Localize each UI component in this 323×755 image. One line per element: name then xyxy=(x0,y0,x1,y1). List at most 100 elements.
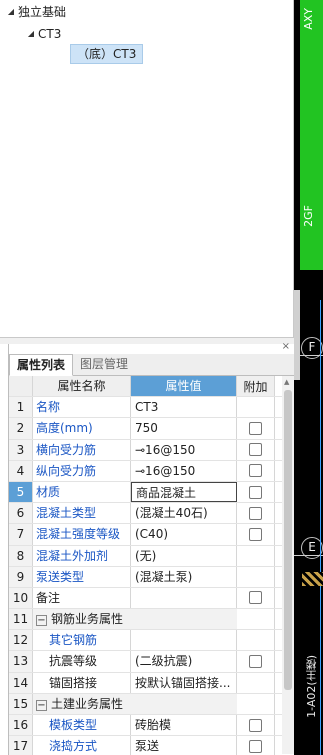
tree-node-ct3[interactable]: ◢ CT3 xyxy=(24,24,61,44)
tree-node-label: （底）CT3 xyxy=(70,44,144,64)
group-row[interactable]: 15− 土建业务属性 xyxy=(9,693,295,715)
add-cell xyxy=(237,609,275,630)
property-name-text: 名称 xyxy=(36,400,61,415)
header-name: 属性名称 xyxy=(33,376,131,397)
add-checkbox[interactable] xyxy=(249,443,262,457)
property-row[interactable]: 6 混凝土类型 (混凝土40石) xyxy=(9,503,295,525)
property-value[interactable]: 商品混凝土 xyxy=(131,481,237,503)
property-name: 泵送类型 xyxy=(33,566,131,587)
add-checkbox[interactable] xyxy=(249,591,262,605)
collapse-icon[interactable]: − xyxy=(36,699,47,711)
property-value[interactable]: ⊸16@150 xyxy=(131,460,237,481)
app-window: ◢ 独立基础 ◢ CT3 （底）CT3 × 属性列表 图层管理 属性名称 属性值… xyxy=(0,0,323,755)
property-name-text: 钢筋业务属性 xyxy=(51,612,124,627)
property-row[interactable]: 14 锚固搭接 按默认锚固搭接... xyxy=(9,672,295,694)
property-value[interactable]: 750 xyxy=(131,418,237,439)
property-name-text: 土建业务属性 xyxy=(51,696,124,711)
close-icon[interactable]: × xyxy=(282,341,290,352)
property-name-text: 浇捣方式 xyxy=(49,739,98,754)
property-name-text: 锚固搭接 xyxy=(49,675,98,690)
property-name-text: 模板类型 xyxy=(49,718,98,732)
tree-node-bottom-ct3[interactable]: （底）CT3 xyxy=(70,44,144,64)
tree-node-label: CT3 xyxy=(38,27,62,41)
collapse-icon[interactable]: − xyxy=(36,615,47,627)
property-value[interactable]: (C40) xyxy=(131,524,237,545)
property-value[interactable]: (二级抗震) xyxy=(131,651,237,672)
header-add: 附加 xyxy=(237,376,275,397)
row-index: 7 xyxy=(9,524,33,545)
property-row[interactable]: 10 备注 xyxy=(9,587,295,610)
property-value[interactable]: ⊸16@150 xyxy=(131,439,237,460)
expand-triangle-icon[interactable]: ◢ xyxy=(4,2,18,22)
add-cell xyxy=(237,481,275,503)
property-value[interactable] xyxy=(131,587,237,609)
row-index: 17 xyxy=(9,736,33,755)
property-row[interactable]: 12 其它钢筋 xyxy=(9,630,295,652)
property-row[interactable]: 7 混凝土强度等级 (C40) xyxy=(9,524,295,546)
property-name-text: 其它钢筋 xyxy=(49,633,98,648)
row-index: 1 xyxy=(9,397,33,418)
property-name: 抗震等级 xyxy=(33,651,131,672)
property-value[interactable]: (无) xyxy=(131,545,237,566)
property-row[interactable]: 17 浇捣方式 泵送 xyxy=(9,736,295,755)
vertical-scrollbar[interactable]: ▲ xyxy=(282,376,294,754)
property-value[interactable]: (混凝土泵) xyxy=(131,566,237,587)
grid-line xyxy=(294,555,323,556)
add-cell xyxy=(237,693,275,714)
tree-node-label: 独立基础 xyxy=(18,5,67,19)
property-name-text: 备注 xyxy=(36,590,61,605)
property-row[interactable]: 5 材质 商品混凝土 xyxy=(9,481,295,504)
property-value[interactable]: 砖胎模 xyxy=(131,715,237,736)
property-name-text: 材质 xyxy=(36,484,61,499)
drawing-green-element xyxy=(300,0,323,270)
add-checkbox[interactable] xyxy=(249,506,262,520)
property-name: 高度(mm) xyxy=(33,418,131,439)
property-name: − 土建业务属性 xyxy=(33,693,237,714)
add-checkbox[interactable] xyxy=(249,739,262,753)
add-checkbox[interactable] xyxy=(249,655,262,669)
add-checkbox[interactable] xyxy=(249,718,262,732)
add-cell xyxy=(237,418,275,439)
property-row[interactable]: 4 纵向受力筋 ⊸16@150 xyxy=(9,460,295,482)
property-value[interactable]: (混凝土40石) xyxy=(131,503,237,524)
tree-node-root[interactable]: ◢ 独立基础 xyxy=(4,2,66,22)
row-index: 12 xyxy=(9,630,33,651)
tab-layer-management[interactable]: 图层管理 xyxy=(73,354,135,375)
row-index: 13 xyxy=(9,651,33,672)
add-checkbox[interactable] xyxy=(249,421,262,435)
tab-property-list[interactable]: 属性列表 xyxy=(9,354,74,376)
add-cell xyxy=(237,587,275,609)
property-value[interactable]: CT3 xyxy=(131,397,237,418)
property-row[interactable]: 2 高度(mm) 750 xyxy=(9,418,295,440)
property-value[interactable]: 泵送 xyxy=(131,736,237,755)
property-name: 浇捣方式 xyxy=(33,736,131,755)
splitter-handle[interactable] xyxy=(294,290,300,380)
property-name-text: 混凝土外加剂 xyxy=(36,548,109,563)
add-checkbox[interactable] xyxy=(249,527,262,541)
property-panel: × 属性列表 图层管理 属性名称 属性值 附加 1 名称 CT3 2 高度(mm) 750… xyxy=(8,341,295,755)
row-index: 4 xyxy=(9,460,33,481)
property-value[interactable]: 按默认锚固搭接... xyxy=(131,672,237,693)
property-row[interactable]: 13 抗震等级 (二级抗震) xyxy=(9,651,295,673)
property-row[interactable]: 9 泵送类型 (混凝土泵) xyxy=(9,566,295,588)
row-index: 2 xyxy=(9,418,33,439)
property-row[interactable]: 1 名称 CT3 xyxy=(9,397,295,419)
property-row[interactable]: 3 横向受力筋 ⊸16@150 xyxy=(9,439,295,461)
row-index: 6 xyxy=(9,503,33,524)
add-cell xyxy=(237,503,275,524)
add-checkbox[interactable] xyxy=(249,464,262,478)
add-cell xyxy=(237,630,275,651)
property-value[interactable] xyxy=(131,630,237,651)
add-checkbox[interactable] xyxy=(249,485,262,499)
scroll-thumb[interactable] xyxy=(284,390,292,690)
add-cell xyxy=(237,397,275,418)
property-row[interactable]: 8 混凝土外加剂 (无) xyxy=(9,545,295,567)
property-row[interactable]: 16 模板类型 砖胎模 xyxy=(9,715,295,737)
row-index: 15 xyxy=(9,693,33,714)
property-name: 锚固搭接 xyxy=(33,672,131,693)
group-row[interactable]: 11− 钢筋业务属性 xyxy=(9,609,295,631)
property-name-text: 高度(mm) xyxy=(36,421,93,436)
scroll-up-icon[interactable]: ▲ xyxy=(284,378,289,386)
add-cell xyxy=(237,736,275,755)
expand-triangle-icon[interactable]: ◢ xyxy=(24,24,38,44)
